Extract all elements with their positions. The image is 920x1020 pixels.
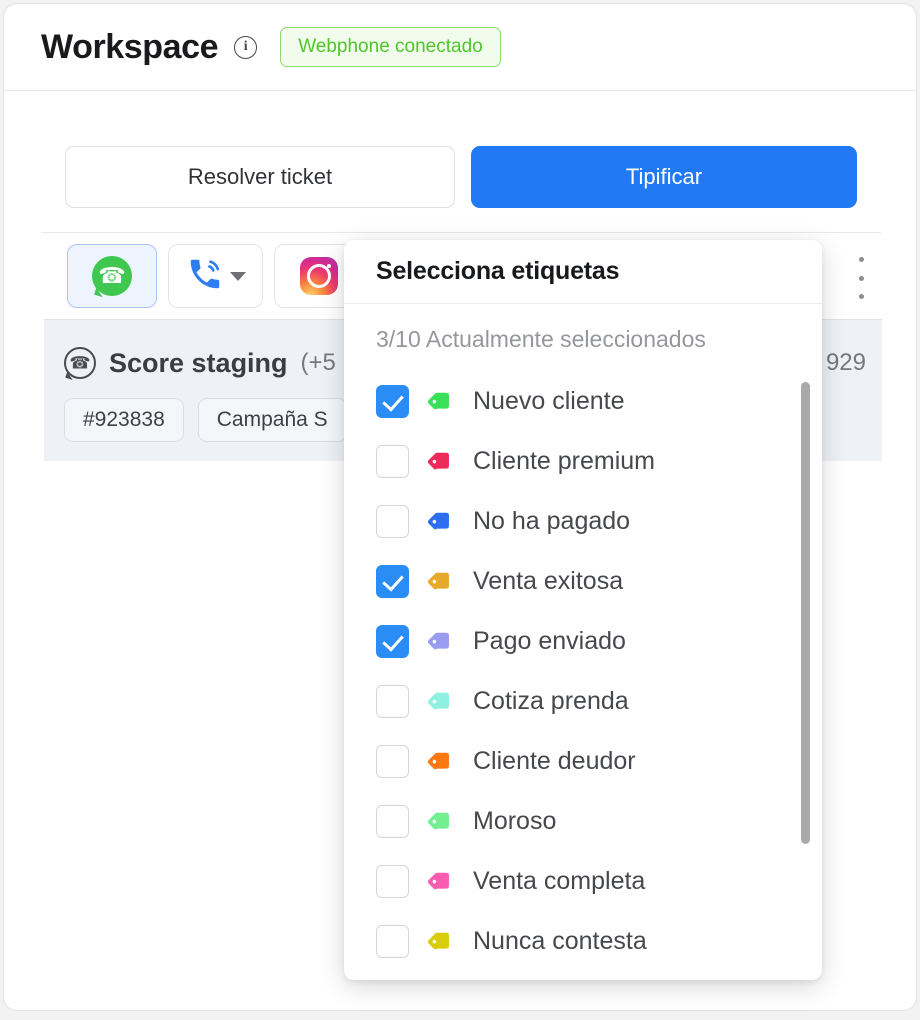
- chip-campaign[interactable]: Campaña S: [197, 398, 347, 442]
- list-item[interactable]: Nunca contesta: [376, 911, 822, 971]
- chip-ticket-id[interactable]: #923838: [64, 398, 184, 442]
- tag-icon: [427, 507, 455, 535]
- tag-label: No ha pagado: [473, 506, 631, 535]
- tag-label: Cliente deudor: [473, 746, 636, 775]
- tag-icon: [427, 447, 455, 475]
- tag-label: Venta completa: [473, 866, 646, 895]
- tag-checkbox[interactable]: [376, 564, 409, 598]
- instagram-icon: [300, 257, 338, 295]
- tag-label: Nuevo cliente: [473, 386, 625, 415]
- tag-label: Cotiza prenda: [473, 686, 629, 715]
- tag-selector-dropdown: Selecciona etiquetas 3/10 Actualmente se…: [344, 240, 822, 980]
- tipificar-button[interactable]: Tipificar: [471, 146, 857, 208]
- contact-name: Score staging: [109, 347, 288, 378]
- contact-phone: (+5: [300, 349, 336, 376]
- list-item[interactable]: Cotiza prenda: [376, 671, 822, 731]
- tag-label: Nunca contesta: [473, 926, 647, 955]
- list-item[interactable]: Moroso: [376, 791, 822, 851]
- tag-checkbox[interactable]: [376, 384, 409, 418]
- dropdown-header: Selecciona etiquetas: [344, 240, 822, 304]
- tag-list: Nuevo cliente Cliente premium No ha paga…: [344, 371, 822, 971]
- screen: Workspace i Webphone conectado Resolver …: [0, 0, 920, 1020]
- kebab-menu-icon[interactable]: [848, 257, 874, 299]
- tag-label: Cliente premium: [473, 446, 656, 475]
- tag-label: Pago enviado: [473, 626, 626, 655]
- tag-icon: [427, 387, 455, 415]
- tag-icon: [427, 927, 455, 955]
- list-item[interactable]: Pago enviado: [376, 611, 822, 671]
- tag-checkbox[interactable]: [376, 744, 409, 778]
- tag-checkbox[interactable]: [376, 924, 409, 958]
- tag-checkbox[interactable]: [376, 864, 409, 898]
- channel-tab-phone[interactable]: [168, 244, 263, 308]
- info-icon[interactable]: i: [234, 35, 258, 59]
- contact-header: ☎ Score staging (+5: [64, 347, 336, 379]
- action-buttons: Resolver ticket Tipificar: [65, 146, 857, 208]
- resolve-ticket-button[interactable]: Resolver ticket: [65, 146, 455, 208]
- tag-icon: [427, 747, 455, 775]
- list-item[interactable]: Venta exitosa: [376, 551, 822, 611]
- tag-checkbox[interactable]: [376, 684, 409, 718]
- channel-tab-whatsapp[interactable]: ☎: [67, 244, 157, 308]
- contact-chips: #923838 Campaña S: [64, 398, 347, 442]
- tag-icon: [427, 807, 455, 835]
- page-title: Workspace: [41, 27, 219, 66]
- tag-icon: [427, 567, 455, 595]
- tag-checkbox[interactable]: [376, 624, 409, 658]
- phone-call-icon: [186, 255, 224, 298]
- tag-checkbox[interactable]: [376, 444, 409, 478]
- status-badge: Webphone conectado: [280, 27, 501, 67]
- divider: [41, 232, 881, 233]
- list-item[interactable]: Cliente deudor: [376, 731, 822, 791]
- dropdown-title: Selecciona etiquetas: [376, 257, 620, 285]
- tag-label: Venta exitosa: [473, 566, 624, 595]
- tag-checkbox[interactable]: [376, 504, 409, 538]
- list-item[interactable]: Nuevo cliente: [376, 371, 822, 431]
- list-item[interactable]: Venta completa: [376, 851, 822, 911]
- tag-label: Moroso: [473, 806, 557, 835]
- tag-icon: [427, 627, 455, 655]
- selection-count: 3/10 Actualmente seleccionados: [376, 326, 706, 352]
- workspace-header: Workspace i Webphone conectado: [4, 4, 916, 91]
- tag-checkbox[interactable]: [376, 804, 409, 838]
- tag-icon: [427, 867, 455, 895]
- whatsapp-outline-icon: ☎: [64, 347, 96, 379]
- contact-phone-tail: 929: [825, 349, 866, 376]
- tag-icon: [427, 687, 455, 715]
- chevron-down-icon[interactable]: [229, 271, 246, 281]
- whatsapp-icon: ☎: [92, 256, 132, 296]
- channel-selector: ☎: [67, 244, 364, 308]
- list-item[interactable]: Cliente premium: [376, 431, 822, 491]
- dropdown-scrollbar[interactable]: [801, 382, 810, 844]
- workspace-card: Workspace i Webphone conectado Resolver …: [3, 3, 917, 1011]
- list-item[interactable]: No ha pagado: [376, 491, 822, 551]
